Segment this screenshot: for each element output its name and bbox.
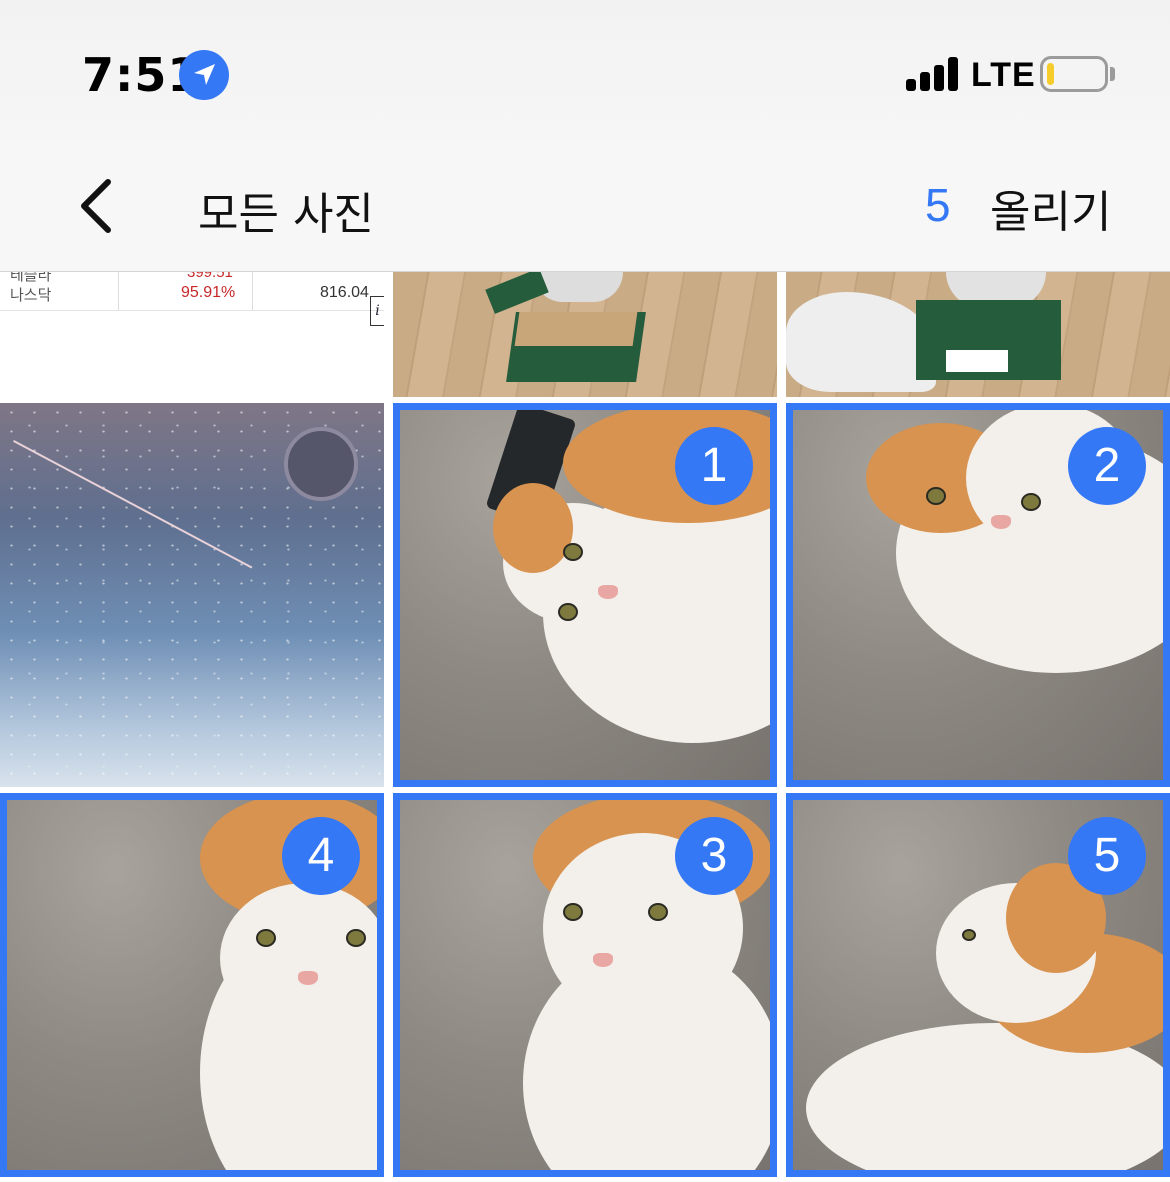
page-title: 모든 사진 <box>198 189 374 240</box>
stock-value-2: 816.04 <box>320 284 369 301</box>
table-divider <box>252 272 253 310</box>
photo-thumbnail-cat-4[interactable]: 4 <box>0 793 384 1177</box>
cat-eye <box>256 929 276 947</box>
photo-thumbnail-cat-5[interactable]: 5 <box>786 793 1170 1177</box>
moon-circle <box>284 427 358 501</box>
battery-low-icon <box>1040 56 1108 92</box>
selection-badge: 3 <box>675 817 753 895</box>
cat-nose <box>598 585 618 599</box>
cellular-signal-icon <box>906 57 960 91</box>
photo-thumbnail-cat-box-paper[interactable] <box>786 272 1170 397</box>
stock-value-1: 399.51 <box>187 272 233 281</box>
cat-eye <box>926 487 946 505</box>
photo-thumbnail-night-sky[interactable] <box>0 403 384 787</box>
cat-nose <box>593 953 613 967</box>
photo-grid: 테슬라 399.51 나스닥 95.91% 816.04 i 1 2 4 3 5 <box>0 272 1170 1182</box>
photo-thumbnail-stock-screenshot[interactable]: 테슬라 399.51 나스닥 95.91% 816.04 i <box>0 272 384 397</box>
photo-thumbnail-cat-3[interactable]: 3 <box>393 793 777 1177</box>
cat-nose <box>298 971 318 985</box>
cat-eye <box>563 903 583 921</box>
selection-badge: 4 <box>282 817 360 895</box>
table-divider <box>118 272 119 310</box>
chevron-left-icon <box>81 179 111 233</box>
back-button[interactable] <box>64 170 134 240</box>
network-type: LTE <box>971 56 1036 94</box>
stock-name-2: 나스닥 <box>10 287 52 304</box>
battery-level <box>1047 63 1054 85</box>
upload-button[interactable]: 올리기 <box>990 176 1111 240</box>
photo-thumbnail-cat-1[interactable]: 1 <box>393 403 777 787</box>
cat-eye <box>346 929 366 947</box>
cat-head <box>220 883 384 1033</box>
cat-nose <box>991 515 1011 529</box>
selection-badge: 2 <box>1068 427 1146 505</box>
box-label <box>946 350 1008 372</box>
stock-pct-2: 95.91% <box>181 284 236 301</box>
cat-eye <box>648 903 668 921</box>
table-divider <box>0 310 384 311</box>
photo-thumbnail-cat-box[interactable] <box>393 272 777 397</box>
cat-eye <box>563 543 583 561</box>
cat-eye <box>962 929 976 941</box>
box-inside <box>514 312 638 346</box>
selected-count: 5 <box>925 179 951 231</box>
battery-cap <box>1110 67 1115 81</box>
status-bar: 7:51 LTE <box>0 0 1170 140</box>
cat-fur-patch <box>493 483 573 573</box>
cat-eye <box>1021 493 1041 511</box>
cat-eye <box>558 603 578 621</box>
selection-badge: 1 <box>675 427 753 505</box>
info-icon: i <box>370 296 384 326</box>
location-arrow-icon <box>179 50 229 100</box>
nav-bar: 모든 사진 5 올리기 <box>0 140 1170 272</box>
photo-thumbnail-cat-2[interactable]: 2 <box>786 403 1170 787</box>
selection-badge: 5 <box>1068 817 1146 895</box>
